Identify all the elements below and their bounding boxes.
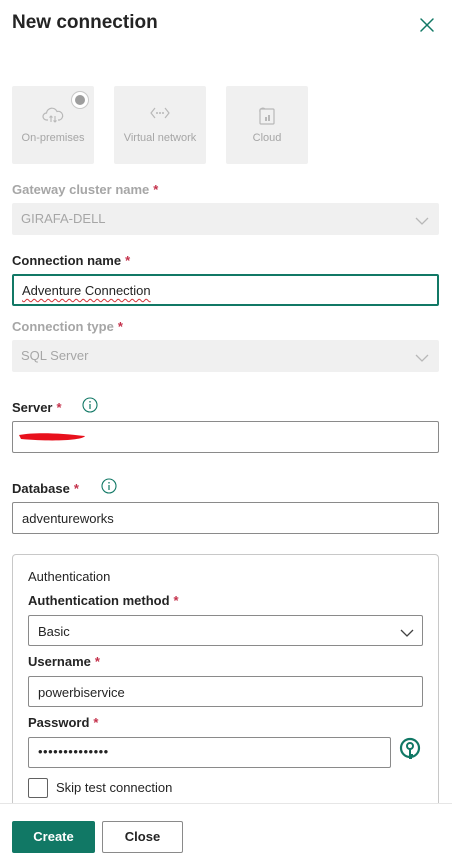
gateway-label-text: Gateway cluster name bbox=[12, 182, 150, 197]
panel-title: New connection bbox=[12, 12, 158, 33]
username-value: powerbiservice bbox=[38, 685, 125, 700]
password-label: Password * bbox=[28, 715, 98, 730]
network-icon bbox=[149, 106, 171, 125]
info-icon[interactable] bbox=[101, 478, 117, 494]
gateway-value: GIRAFA-DELL bbox=[21, 211, 106, 226]
chevron-down-icon bbox=[415, 350, 429, 368]
database-input[interactable]: adventureworks bbox=[12, 502, 439, 534]
gateway-label: Gateway cluster name * bbox=[12, 182, 158, 197]
info-icon[interactable] bbox=[82, 397, 98, 413]
redaction-mark bbox=[15, 428, 89, 449]
auth-method-value: Basic bbox=[38, 624, 70, 639]
chevron-down-icon bbox=[400, 625, 414, 643]
connection-type-select[interactable]: SQL Server bbox=[12, 340, 439, 372]
auth-method-label: Authentication method * bbox=[28, 593, 179, 608]
required-marker: * bbox=[56, 400, 62, 415]
connection-type-label-text: Connection type bbox=[12, 319, 114, 334]
chevron-down-icon bbox=[415, 213, 429, 231]
connection-type-value: SQL Server bbox=[21, 348, 89, 363]
connection-type-label: Connection type * bbox=[12, 319, 123, 334]
required-marker: * bbox=[153, 182, 159, 197]
tile-label: Virtual network bbox=[123, 132, 197, 144]
cloud-report-icon bbox=[256, 106, 278, 131]
password-value: •••••••••••••• bbox=[38, 744, 109, 759]
skip-test-label: Skip test connection bbox=[56, 780, 173, 795]
connection-name-label-text: Connection name bbox=[12, 253, 122, 268]
required-marker: * bbox=[93, 715, 99, 730]
close-icon[interactable] bbox=[416, 14, 438, 36]
username-input[interactable]: powerbiservice bbox=[28, 676, 423, 707]
selected-radio-icon bbox=[71, 91, 89, 109]
connection-name-input[interactable]: Adventure Connection bbox=[12, 274, 439, 306]
connection-name-label: Connection name * bbox=[12, 253, 130, 268]
server-label: Server * bbox=[12, 400, 62, 415]
connection-name-value: Adventure Connection bbox=[22, 283, 151, 298]
tile-cloud[interactable]: Cloud bbox=[226, 86, 308, 164]
required-marker: * bbox=[94, 654, 100, 669]
close-button[interactable]: Close bbox=[102, 821, 183, 853]
tile-on-premises[interactable]: On-premises bbox=[12, 86, 94, 164]
skip-test-checkbox[interactable] bbox=[28, 778, 48, 798]
password-label-text: Password bbox=[28, 715, 90, 730]
password-input[interactable]: •••••••••••••• bbox=[28, 737, 391, 768]
required-marker: * bbox=[173, 593, 179, 608]
username-label-text: Username bbox=[28, 654, 91, 669]
database-value: adventureworks bbox=[22, 511, 114, 526]
cloud-upload-icon bbox=[42, 106, 64, 129]
auth-method-label-text: Authentication method bbox=[28, 593, 170, 608]
tile-label: Cloud bbox=[252, 132, 282, 144]
tile-label: On-premises bbox=[21, 132, 85, 144]
database-label: Database * bbox=[12, 481, 79, 496]
required-marker: * bbox=[73, 481, 79, 496]
required-marker: * bbox=[117, 319, 123, 334]
auth-method-select[interactable]: Basic bbox=[28, 615, 423, 646]
server-label-text: Server bbox=[12, 400, 53, 415]
key-vault-icon[interactable] bbox=[398, 737, 422, 770]
username-label: Username * bbox=[28, 654, 100, 669]
server-input[interactable] bbox=[12, 421, 439, 453]
create-button[interactable]: Create bbox=[12, 821, 95, 853]
tile-virtual-network[interactable]: Virtual network bbox=[114, 86, 206, 164]
gateway-select[interactable]: GIRAFA-DELL bbox=[12, 203, 439, 235]
required-marker: * bbox=[125, 253, 131, 268]
database-label-text: Database bbox=[12, 481, 70, 496]
authentication-title: Authentication bbox=[28, 569, 111, 584]
